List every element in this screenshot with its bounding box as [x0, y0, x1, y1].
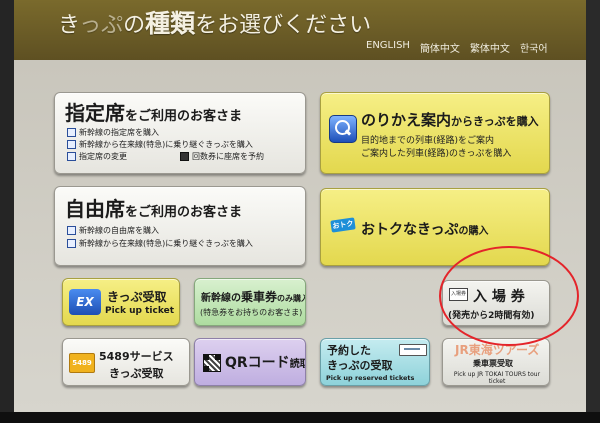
transfer-guide-title: のりかえ案内からきっぷを購入 — [361, 111, 539, 129]
ex-pickup-label-en: Pick up ticket — [105, 306, 174, 316]
ticket-icon — [399, 344, 427, 356]
jr-tokai-tours-label-en: Pick up JR TOKAI TOURS tour ticket — [453, 371, 541, 385]
reserved-item-1: 新幹線の指定席を購入 — [67, 127, 159, 138]
shinkansen-ticket-only-button[interactable]: 新幹線の乗車券のみ購入 (特急券をお持ちのお客さま) — [194, 278, 306, 326]
ticket-icon — [67, 226, 76, 235]
jr-tokai-tours-sub: 乗車票受取 — [473, 359, 513, 368]
qr-code-read-button[interactable]: QRコード読取 — [194, 338, 306, 386]
unreserved-item-2: 新幹線から在来線(特急)に乗り継ぐきっぷを購入 — [67, 238, 253, 249]
transfer-icon — [67, 140, 76, 149]
reserved-seat-button[interactable]: 指定席をご利用のお客さま 新幹線の指定席を購入 新幹線から在来線(特急)に乗り継… — [54, 92, 306, 174]
discount-ticket-title: おトクなきっぷの購入 — [361, 222, 489, 238]
qr-code-label: QRコード読取 — [225, 355, 305, 371]
language-simplified-chinese[interactable]: 簡体中文 — [420, 40, 460, 55]
reserved-pickup-line-2: きっぷの受取 — [327, 359, 393, 372]
reserved-pickup-label-en: Pick up reserved tickets — [326, 374, 415, 382]
unreserved-seat-button[interactable]: 自由席をご利用のお客さま 新幹線の自由席を購入 新幹線から在来線(特急)に乗り継… — [54, 186, 306, 266]
ticket-machine-screen: きっぷの種類をお選びください ENGLISH 簡体中文 繁体中文 한국어 指定席… — [14, 0, 586, 412]
reserved-pickup-button[interactable]: 予約した きっぷの受取 Pick up reserved tickets — [320, 338, 430, 386]
service-5489-button[interactable]: 5489 5489サービス きっぷ受取 — [62, 338, 190, 386]
right-bezel — [586, 0, 600, 423]
transfer-guide-line-2: ご案内した列車(経路)のきっぷを購入 — [361, 149, 512, 159]
transfer-guide-button[interactable]: のりかえ案内からきっぷを購入 目的地までの列車(経路)をご案内 ご案内した列車(… — [320, 92, 550, 174]
change-icon — [67, 152, 76, 161]
magnifier-icon — [329, 115, 357, 143]
page-title: きっぷの種類をお選びください — [58, 9, 372, 38]
service-5489-line-1: 5489サービス — [99, 350, 174, 363]
left-bezel — [0, 0, 14, 423]
shinkansen-ticket-only-note: (特急券をお持ちのお客さま) — [200, 308, 303, 317]
platform-ticket-label: 入 場 券 — [473, 289, 525, 305]
reserved-pickup-line-1: 予約した — [327, 344, 371, 357]
language-bar: ENGLISH 簡体中文 繁体中文 한국어 — [366, 40, 548, 55]
language-korean[interactable]: 한국어 — [520, 40, 548, 55]
reserved-item-4: 回数券に座席を予約 — [180, 151, 264, 162]
transfer-icon — [67, 239, 76, 248]
ex-pickup-button[interactable]: EX きっぷ受取 Pick up ticket — [62, 278, 180, 326]
reserved-item-2: 新幹線から在来線(特急)に乗り継ぐきっぷを購入 — [67, 139, 253, 150]
ex-pickup-label: きっぷ受取 — [107, 290, 167, 304]
discount-ticket-button[interactable]: おトク おトクなきっぷの購入 — [320, 188, 550, 266]
language-traditional-chinese[interactable]: 繁体中文 — [470, 40, 510, 55]
ex-logo-icon: EX — [69, 289, 101, 315]
reserved-seat-title: 指定席をご利用のお客さま — [65, 101, 243, 125]
platform-ticket-note: (発売から2時間有効) — [448, 311, 535, 321]
ticket-icon — [67, 128, 76, 137]
platform-ticket-button[interactable]: 入場券 入 場 券 (発売から2時間有効) — [442, 280, 550, 326]
jr-tokai-tours-pickup-button[interactable]: JR東海ツアーズ 乗車票受取 Pick up JR TOKAI TOURS to… — [442, 338, 550, 386]
coupon-icon — [180, 152, 189, 161]
qr-code-icon — [203, 354, 221, 372]
jr-tokai-tours-title: JR東海ツアーズ — [455, 343, 540, 357]
service-5489-badge-icon: 5489 — [69, 353, 95, 373]
unreserved-item-1: 新幹線の自由席を購入 — [67, 225, 159, 236]
unreserved-seat-title: 自由席をご利用のお客さま — [65, 197, 243, 221]
platform-ticket-tag-icon: 入場券 — [449, 288, 468, 301]
reserved-item-3: 指定席の変更 — [67, 151, 127, 162]
machine-bottom-edge — [0, 412, 600, 423]
transfer-guide-line-1: 目的地までの列車(経路)をご案内 — [361, 136, 495, 146]
language-english[interactable]: ENGLISH — [366, 40, 410, 55]
service-5489-line-2: きっぷ受取 — [109, 367, 164, 380]
otoku-tag-icon: おトク — [330, 217, 356, 233]
shinkansen-ticket-only-title: 新幹線の乗車券のみ購入 — [201, 290, 306, 304]
